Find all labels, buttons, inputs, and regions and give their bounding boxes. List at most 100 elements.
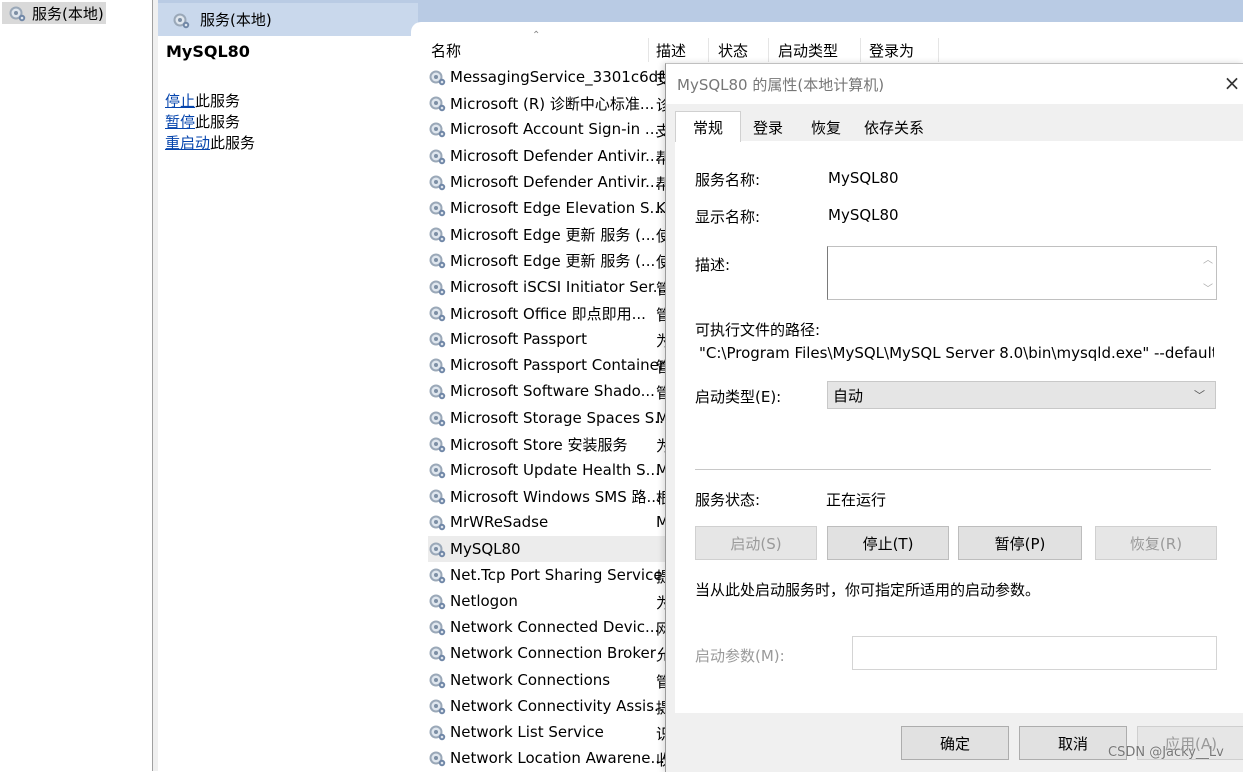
column-separator[interactable]: [860, 38, 861, 62]
table-row[interactable]: Net.Tcp Port Sharing Service: [428, 562, 673, 588]
table-row[interactable]: Network Location Awarene...: [428, 745, 673, 771]
column-header-desc[interactable]: 描述: [656, 40, 686, 61]
table-row[interactable]: Network Connected Devic...: [428, 614, 673, 640]
startup-type-value: 自动: [833, 386, 864, 405]
table-row[interactable]: Microsoft Edge Elevation S...: [428, 195, 673, 221]
table-row[interactable]: Microsoft Store 安装服务: [428, 431, 673, 457]
tab-recovery[interactable]: 恢复: [797, 113, 855, 141]
column-header-status[interactable]: 状态: [718, 40, 748, 61]
service-gear-icon: [429, 175, 446, 191]
table-row[interactable]: Microsoft Office 即点即用...: [428, 300, 673, 326]
column-header-startup-type[interactable]: 启动类型: [778, 40, 838, 61]
service-gear-icon: [429, 437, 446, 453]
service-gear-icon: [429, 358, 446, 374]
table-row[interactable]: Microsoft Defender Antivir...: [428, 143, 673, 169]
table-row[interactable]: Microsoft Edge 更新 服务 (...: [428, 221, 673, 247]
service-gear-icon: [429, 149, 446, 165]
column-separator[interactable]: [768, 38, 769, 62]
service-name-value: MySQL80: [828, 169, 899, 187]
column-separator[interactable]: [708, 38, 709, 62]
service-gear-icon: [429, 411, 446, 427]
service-gear-icon: [429, 463, 446, 479]
service-gear-icon: [429, 699, 446, 715]
stop-service-link[interactable]: 停止: [165, 92, 195, 110]
table-row[interactable]: Network List Service: [428, 719, 673, 745]
dialog-titlebar[interactable]: MySQL80 的属性(本地计算机) ×: [666, 64, 1243, 104]
service-gear-icon: [429, 751, 446, 767]
tab-logon[interactable]: 登录: [739, 113, 797, 141]
service-name-cell: Microsoft Defender Antivir...: [450, 147, 660, 165]
service-name-cell: Microsoft Defender Antivir...: [450, 173, 660, 191]
service-gear-icon: [429, 594, 446, 610]
service-name-cell: Microsoft Passport: [450, 330, 587, 348]
start-params-input[interactable]: [852, 636, 1217, 670]
stop-service-line: 停止此服务: [165, 90, 240, 111]
restart-service-line: 重启动此服务: [165, 132, 255, 153]
service-gear-icon: [429, 96, 446, 112]
restart-service-link[interactable]: 重启动: [165, 134, 210, 152]
table-row[interactable]: Microsoft Defender Antivir...: [428, 169, 673, 195]
tree-item-services-local[interactable]: 服务(本地): [2, 2, 106, 24]
service-gear-icon: [429, 568, 446, 584]
table-row[interactable]: Microsoft Account Sign-in ...: [428, 116, 673, 142]
column-header-name[interactable]: 名称: [431, 40, 461, 61]
service-name-cell: Microsoft Office 即点即用...: [450, 304, 646, 323]
column-separator[interactable]: [648, 38, 649, 62]
service-name-cell: MrWReSadse: [450, 513, 549, 531]
services-icon: [9, 6, 26, 22]
table-row[interactable]: Microsoft Software Shado...: [428, 378, 673, 404]
service-name-cell: Network List Service: [450, 723, 604, 741]
pause-button[interactable]: 暂停(P): [958, 526, 1082, 560]
service-name-cell: Network Connected Devic...: [450, 618, 660, 636]
table-row[interactable]: MessagingService_3301c6df: [428, 64, 673, 90]
description-scrollbar[interactable]: ︿ ﹀: [1200, 247, 1216, 299]
pause-service-line: 暂停此服务: [165, 111, 240, 132]
start-button[interactable]: 启动(S): [695, 526, 817, 560]
service-gear-icon: [429, 515, 446, 531]
table-row[interactable]: Microsoft iSCSI Initiator Ser...: [428, 274, 673, 300]
service-status-value: 正在运行: [826, 491, 887, 509]
service-name-cell: Microsoft Edge 更新 服务 (...: [450, 251, 656, 270]
service-gear-icon: [429, 122, 446, 138]
column-header-logon-as[interactable]: 登录为: [869, 40, 914, 61]
description-textbox[interactable]: ︿ ﹀: [827, 246, 1217, 300]
stop-button[interactable]: 停止(T): [827, 526, 949, 560]
section-divider: [695, 469, 1211, 470]
start-params-hint: 当从此处启动服务时，你可指定所适用的启动参数。: [695, 581, 1041, 599]
table-row[interactable]: Microsoft Storage Spaces S...: [428, 405, 673, 431]
display-name-value: MySQL80: [828, 206, 899, 224]
start-params-label: 启动参数(M):: [695, 647, 785, 665]
service-gear-icon: [429, 253, 446, 269]
scroll-down-icon[interactable]: ﹀: [1200, 280, 1216, 295]
service-name-cell: Net.Tcp Port Sharing Service: [450, 566, 663, 584]
table-row[interactable]: Microsoft Update Health S...: [428, 457, 673, 483]
service-name-cell: MySQL80: [450, 540, 521, 558]
table-row[interactable]: Microsoft Edge 更新 服务 (...: [428, 247, 673, 273]
table-row[interactable]: Network Connection Broker: [428, 640, 673, 666]
ok-button[interactable]: 确定: [901, 726, 1009, 760]
pause-service-link[interactable]: 暂停: [165, 113, 195, 131]
stop-service-suffix: 此服务: [195, 92, 241, 110]
tab-general[interactable]: 常规: [675, 111, 741, 142]
table-row[interactable]: Microsoft (R) 诊断中心标准...: [428, 90, 673, 116]
tree-pane: 服务(本地): [0, 0, 153, 771]
table-row[interactable]: Microsoft Windows SMS 路...: [428, 483, 673, 509]
resume-button[interactable]: 恢复(R): [1095, 526, 1217, 560]
properties-dialog: MySQL80 的属性(本地计算机) × 常规 登录 恢复 依存关系 服务名称:…: [665, 63, 1243, 772]
table-row[interactable]: MrWReSadse: [428, 509, 673, 535]
table-row[interactable]: Network Connections: [428, 667, 673, 693]
service-name-cell: Microsoft Update Health S...: [450, 461, 660, 479]
table-row[interactable]: Network Connectivity Assis...: [428, 693, 673, 719]
column-separator[interactable]: [938, 38, 939, 62]
table-row[interactable]: Netlogon: [428, 588, 673, 614]
table-row[interactable]: Microsoft Passport Container: [428, 352, 673, 378]
table-row[interactable]: Microsoft Passport: [428, 326, 673, 352]
service-name-cell: Network Connection Broker: [450, 644, 656, 662]
table-row[interactable]: MySQL80: [428, 536, 673, 562]
tab-dependencies[interactable]: 依存关系: [855, 113, 933, 141]
service-name-cell: Microsoft iSCSI Initiator Ser...: [450, 278, 668, 296]
scroll-up-icon[interactable]: ︿: [1200, 251, 1216, 266]
startup-type-select[interactable]: 自动 ﹀: [827, 381, 1216, 409]
close-icon[interactable]: ×: [1220, 72, 1243, 94]
header-tab: 服务(本地): [158, 3, 418, 36]
